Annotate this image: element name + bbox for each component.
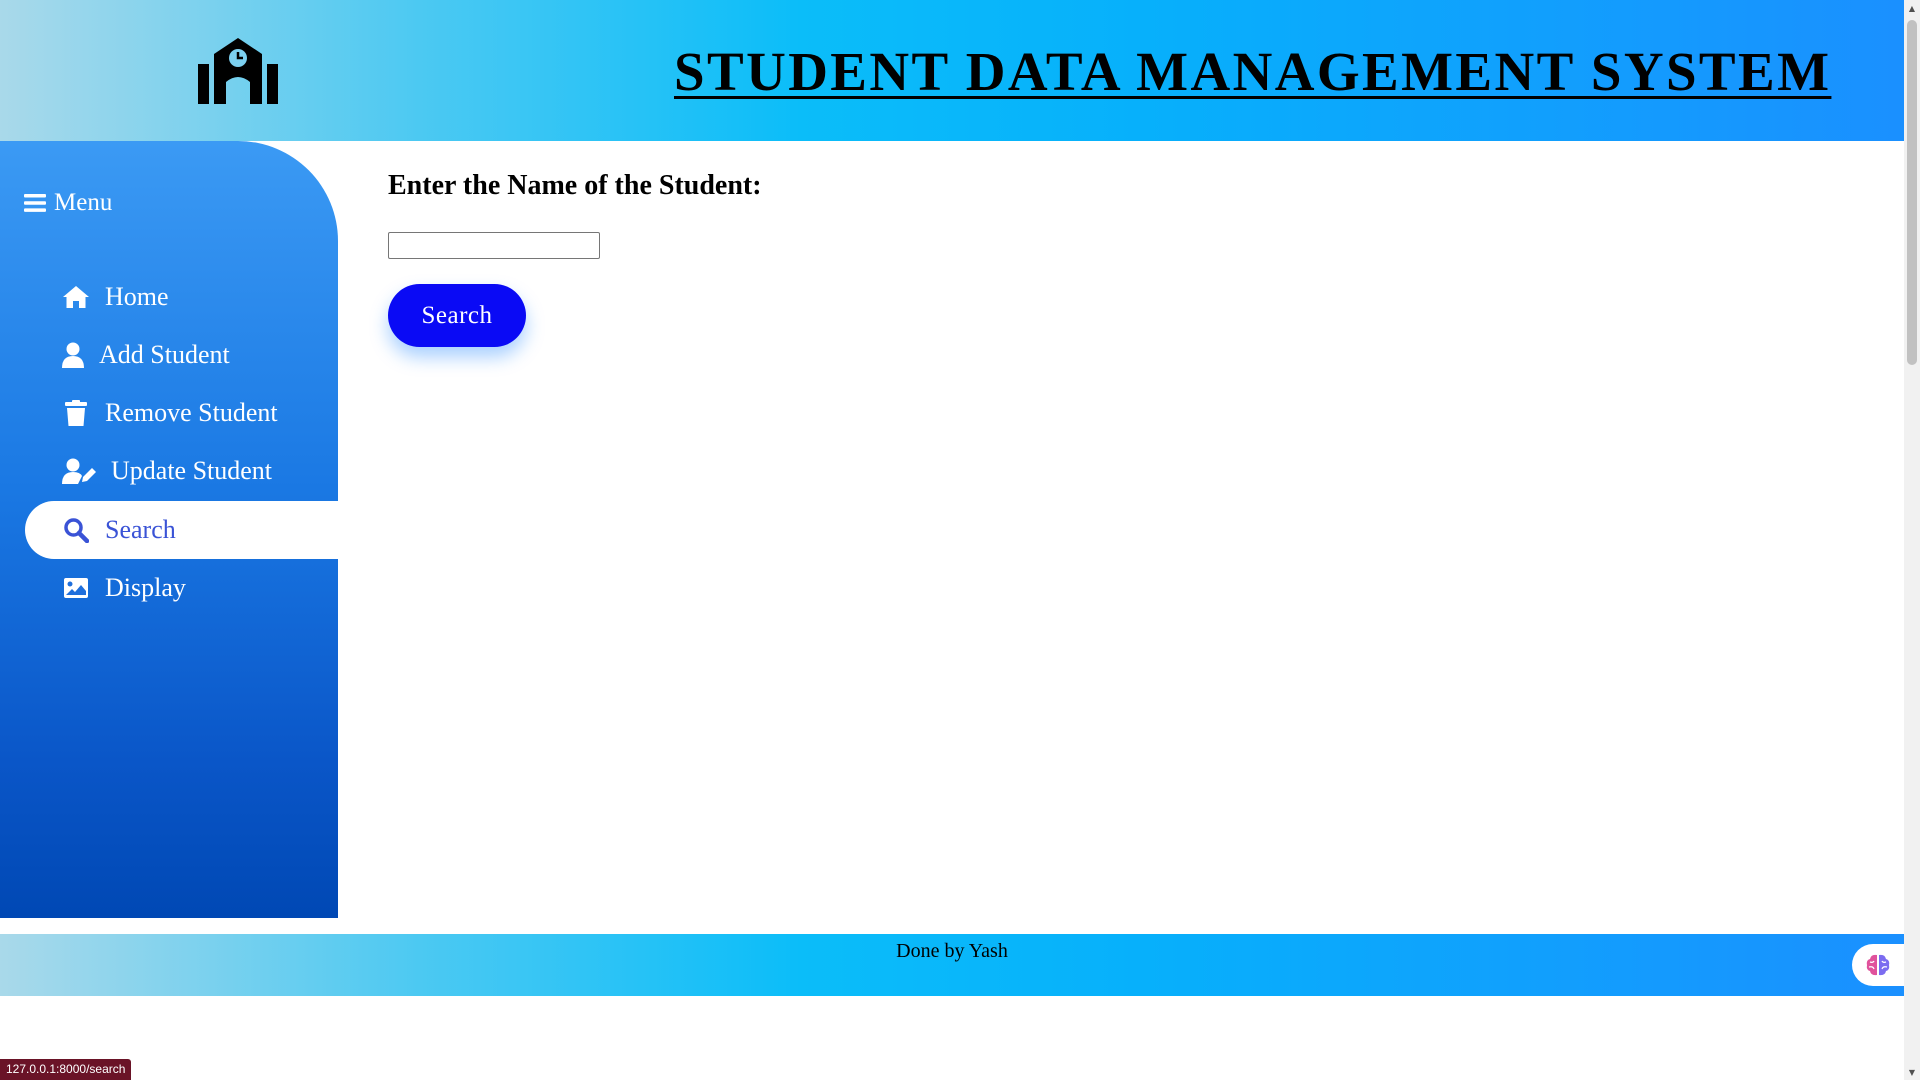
header: STUDENT DATA MANAGEMENT SYSTEM (0, 0, 1904, 141)
sidebar-item-display[interactable]: Display (25, 559, 338, 617)
sidebar-item-label: Display (105, 573, 186, 602)
scroll-down-arrow-icon[interactable]: ▼ (1904, 1064, 1920, 1080)
sidebar-item-search[interactable]: Search (25, 501, 338, 559)
sidebar-item-add-student[interactable]: Add Student (25, 326, 338, 384)
sidebar-item-label: Update Student (111, 456, 273, 485)
user-icon (61, 340, 85, 370)
footer-credit: Done by Yash (896, 940, 1008, 962)
status-url: 127.0.0.1:8000/search (0, 1059, 132, 1080)
site-title: STUDENT DATA MANAGEMENT SYSTEM (674, 41, 1832, 102)
sidebar-item-home[interactable]: Home (25, 268, 338, 326)
school-icon (198, 38, 278, 104)
student-name-input[interactable] (388, 232, 600, 259)
sidebar-item-label: Add Student (99, 340, 230, 369)
scroll-up-arrow-icon[interactable]: ▲ (1904, 0, 1920, 16)
sidebar-item-label: Home (105, 282, 169, 311)
home-icon (61, 282, 91, 312)
sidebar: Menu Home Add Student Remove Student Upd… (0, 141, 338, 918)
scroll-thumb[interactable] (1907, 20, 1917, 365)
menu-label: Menu (54, 189, 113, 216)
vertical-scrollbar[interactable]: ▲ ▼ (1904, 0, 1920, 1080)
menu-toggle[interactable]: Menu (24, 189, 112, 217)
footer: Done by Yash (0, 934, 1904, 996)
search-button[interactable]: Search (388, 284, 526, 347)
sidebar-item-label: Remove Student (105, 398, 278, 427)
hamburger-icon (24, 194, 46, 212)
brain-icon (1866, 954, 1890, 976)
extension-widget[interactable] (1852, 944, 1904, 986)
image-icon (61, 573, 91, 603)
user-edit-icon (61, 456, 97, 486)
search-icon (61, 515, 91, 545)
trash-icon (61, 398, 91, 428)
sidebar-item-label: Search (105, 515, 176, 544)
sidebar-item-update-student[interactable]: Update Student (25, 442, 338, 500)
sidebar-item-remove-student[interactable]: Remove Student (25, 384, 338, 442)
search-heading: Enter the Name of the Student: (388, 170, 762, 201)
